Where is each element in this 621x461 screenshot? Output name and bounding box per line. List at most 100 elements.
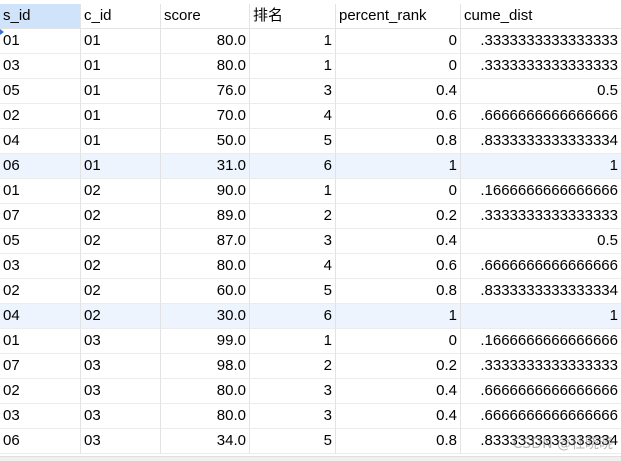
cell-score[interactable]: 87.0	[161, 229, 250, 254]
cell-rank[interactable]: 1	[250, 54, 336, 79]
cell-rank[interactable]: 4	[250, 254, 336, 279]
cell-c-id[interactable]: 03	[81, 329, 161, 354]
column-header-score[interactable]: score	[161, 4, 250, 29]
table-row[interactable]: 05 02 87.0 3 0.4 0.5	[0, 229, 621, 254]
table-row[interactable]: 05 01 76.0 3 0.4 0.5	[0, 79, 621, 104]
cell-percent-rank[interactable]: 0	[336, 54, 461, 79]
cell-percent-rank[interactable]: 1	[336, 154, 461, 179]
cell-cume-dist[interactable]: .3333333333333333	[461, 54, 621, 79]
cell-percent-rank[interactable]: 0.4	[336, 79, 461, 104]
cell-s-id[interactable]: 01	[0, 329, 81, 354]
cell-s-id[interactable]: 05	[0, 229, 81, 254]
cell-score[interactable]: 89.0	[161, 204, 250, 229]
cell-rank[interactable]: 6	[250, 304, 336, 329]
cell-c-id[interactable]: 01	[81, 129, 161, 154]
cell-s-id[interactable]: 01	[0, 179, 81, 204]
cell-c-id[interactable]: 01	[81, 104, 161, 129]
cell-c-id[interactable]: 02	[81, 254, 161, 279]
cell-score[interactable]: 98.0	[161, 354, 250, 379]
cell-rank[interactable]: 5	[250, 129, 336, 154]
cell-c-id[interactable]: 01	[81, 29, 161, 54]
column-header-cume-dist[interactable]: cume_dist	[461, 4, 621, 29]
cell-cume-dist[interactable]: 0.5	[461, 79, 621, 104]
cell-cume-dist[interactable]: .6666666666666666	[461, 104, 621, 129]
cell-rank[interactable]: 3	[250, 229, 336, 254]
cell-rank[interactable]: 4	[250, 104, 336, 129]
cell-c-id[interactable]: 01	[81, 79, 161, 104]
cell-percent-rank[interactable]: 0.4	[336, 379, 461, 404]
cell-rank[interactable]: 3	[250, 79, 336, 104]
cell-percent-rank[interactable]: 0	[336, 29, 461, 54]
table-row[interactable]: 04 01 50.0 5 0.8.8333333333333334	[0, 129, 621, 154]
cell-cume-dist[interactable]: .3333333333333333	[461, 354, 621, 379]
cell-cume-dist[interactable]: .6666666666666666	[461, 254, 621, 279]
cell-s-id[interactable]: 01	[0, 29, 81, 54]
horizontal-scrollbar[interactable]	[0, 456, 621, 461]
cell-score[interactable]: 80.0	[161, 379, 250, 404]
cell-rank[interactable]: 2	[250, 354, 336, 379]
table-row[interactable]: 03 01 80.0 1 0.3333333333333333	[0, 54, 621, 79]
cell-s-id[interactable]: 02	[0, 104, 81, 129]
cell-s-id[interactable]: 07	[0, 354, 81, 379]
cell-percent-rank[interactable]: 0.2	[336, 204, 461, 229]
cell-c-id[interactable]: 02	[81, 304, 161, 329]
cell-percent-rank[interactable]: 0.8	[336, 129, 461, 154]
cell-s-id[interactable]: 07	[0, 204, 81, 229]
cell-percent-rank[interactable]: 0.6	[336, 104, 461, 129]
cell-score[interactable]: 99.0	[161, 329, 250, 354]
cell-percent-rank[interactable]: 0	[336, 329, 461, 354]
cell-c-id[interactable]: 01	[81, 54, 161, 79]
cell-percent-rank[interactable]: 0.8	[336, 429, 461, 454]
cell-cume-dist[interactable]: .1666666666666666	[461, 329, 621, 354]
table-row[interactable]: 03 03 80.0 3 0.4.6666666666666666	[0, 404, 621, 429]
cell-percent-rank[interactable]: 0.6	[336, 254, 461, 279]
table-row[interactable]: 06 01 31.0 6 1 1	[0, 154, 621, 179]
cell-c-id[interactable]: 02	[81, 229, 161, 254]
cell-cume-dist[interactable]: .8333333333333334	[461, 129, 621, 154]
table-row[interactable]: 02 03 80.0 3 0.4.6666666666666666	[0, 379, 621, 404]
cell-score[interactable]: 80.0	[161, 29, 250, 54]
cell-score[interactable]: 60.0	[161, 279, 250, 304]
column-header-percent-rank[interactable]: percent_rank	[336, 4, 461, 29]
cell-s-id[interactable]: 02	[0, 279, 81, 304]
table-row[interactable]: 02 02 60.0 5 0.8.8333333333333334	[0, 279, 621, 304]
column-header-c-id[interactable]: c_id	[81, 4, 161, 29]
table-row[interactable]: 07 02 89.0 2 0.2.3333333333333333	[0, 204, 621, 229]
cell-c-id[interactable]: 03	[81, 354, 161, 379]
cell-score[interactable]: 31.0	[161, 154, 250, 179]
cell-cume-dist[interactable]: .3333333333333333	[461, 29, 621, 54]
cell-c-id[interactable]: 01	[81, 154, 161, 179]
cell-score[interactable]: 80.0	[161, 254, 250, 279]
cell-s-id[interactable]: 02	[0, 379, 81, 404]
cell-rank[interactable]: 6	[250, 154, 336, 179]
cell-s-id[interactable]: 03	[0, 404, 81, 429]
column-header-s-id[interactable]: s_id	[0, 4, 81, 29]
cell-score[interactable]: 90.0	[161, 179, 250, 204]
cell-score[interactable]: 80.0	[161, 404, 250, 429]
table-row[interactable]: 03 02 80.0 4 0.6.6666666666666666	[0, 254, 621, 279]
cell-c-id[interactable]: 03	[81, 379, 161, 404]
cell-percent-rank[interactable]: 0.8	[336, 279, 461, 304]
cell-c-id[interactable]: 03	[81, 429, 161, 454]
cell-s-id[interactable]: 03	[0, 254, 81, 279]
cell-s-id[interactable]: 05	[0, 79, 81, 104]
cell-percent-rank[interactable]: 0.4	[336, 229, 461, 254]
cell-rank[interactable]: 5	[250, 279, 336, 304]
cell-rank[interactable]: 2	[250, 204, 336, 229]
cell-cume-dist[interactable]: .6666666666666666	[461, 404, 621, 429]
cell-score[interactable]: 76.0	[161, 79, 250, 104]
table-row[interactable]: 01 02 90.0 1 0.1666666666666666	[0, 179, 621, 204]
cell-rank[interactable]: 1	[250, 29, 336, 54]
cell-s-id[interactable]: 04	[0, 304, 81, 329]
table-row[interactable]: 04 02 30.0 6 1 1	[0, 304, 621, 329]
table-row[interactable]: 07 03 98.0 2 0.2.3333333333333333	[0, 354, 621, 379]
column-header-rank[interactable]: 排名	[250, 4, 336, 29]
cell-cume-dist[interactable]: .6666666666666666	[461, 379, 621, 404]
cell-cume-dist[interactable]: 1	[461, 304, 621, 329]
cell-rank[interactable]: 3	[250, 404, 336, 429]
cell-cume-dist[interactable]: .1666666666666666	[461, 179, 621, 204]
table-row[interactable]: 02 01 70.0 4 0.6.6666666666666666	[0, 104, 621, 129]
cell-rank[interactable]: 1	[250, 329, 336, 354]
cell-score[interactable]: 34.0	[161, 429, 250, 454]
cell-score[interactable]: 30.0	[161, 304, 250, 329]
